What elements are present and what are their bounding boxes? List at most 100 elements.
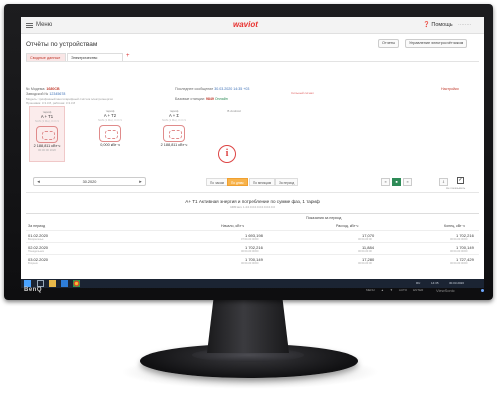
row-day: Вторник	[28, 262, 38, 265]
export-button[interactable]: ⇩	[439, 178, 448, 186]
table-divider	[26, 230, 479, 231]
card-value-sub: 00:00:00 2020	[38, 148, 56, 152]
last-message: Последнее сообщение 30.03.2020 14:35 +03	[175, 87, 249, 91]
monitor-model: ViewSonic	[436, 288, 455, 293]
tariff-card-sum[interactable]: тариф A + Σ NAN (1 Мн), О.О.Ч 2 188,811 …	[156, 106, 192, 162]
meter-icon	[36, 126, 58, 143]
prev-arrow-icon[interactable]: ◂	[35, 178, 42, 186]
date-range-picker[interactable]: ◂ 30.2020 ▸	[33, 177, 146, 186]
base-stations: Базовые станции: 9849 Онлайн	[175, 97, 228, 101]
folder-icon[interactable]	[49, 280, 56, 287]
meter-icon	[163, 125, 185, 142]
date-range-value: 30.2020	[82, 180, 97, 184]
card-sub: NAN (1 Мн), О.О.Ч	[34, 119, 60, 123]
user-menu[interactable]: ········	[458, 22, 471, 28]
tab-by-days[interactable]: По дням	[227, 178, 248, 186]
help-link[interactable]: ❓ Помощь	[423, 22, 453, 28]
monitor-buttons: MENU ▲ ▼ AUTO ENTER	[366, 288, 423, 292]
tariff-cards: тариф A + T1 NAN (1 Мн), О.О.Ч 2 188,811…	[26, 106, 276, 168]
tab-by-months[interactable]: По месяцам	[249, 178, 276, 186]
next-arrow-icon[interactable]: ▸	[137, 178, 144, 186]
last-msg-label: Последнее сообщение	[175, 87, 214, 91]
row-day: Воскресенье	[28, 238, 44, 241]
view-chart-button[interactable]: ≡	[403, 178, 412, 186]
monitor-bezel: Меню waviot ❓ Помощь ········ Отчёты по …	[4, 4, 493, 300]
table-divider	[26, 254, 479, 255]
tariff-card-t1[interactable]: тариф A + T1 NAN (1 Мн), О.О.Ч 2 188,811…	[29, 106, 65, 162]
tray-time[interactable]: 14:35	[431, 281, 439, 285]
row-usage-sub: 00:00-00:00	[358, 250, 372, 253]
modem-info: № Модема: 1680CB	[26, 87, 60, 91]
divider	[26, 192, 479, 193]
info-icon[interactable]: i	[218, 145, 236, 163]
row-usage-sub: 00:00-00:00	[358, 262, 372, 265]
card-label: В Android	[227, 109, 241, 113]
stations-value[interactable]: 9849	[206, 97, 214, 101]
tariff-card-t2[interactable]: тариф A + T2 NAN (1 Мн), О.О.Ч 0,000 кВт…	[92, 106, 128, 162]
hide-checkbox[interactable]: ✓	[457, 177, 464, 184]
modem-label: № Модема:	[26, 87, 46, 91]
tab-by-period[interactable]: За период	[275, 178, 299, 186]
meter-info: Заводской № 12345678	[26, 92, 65, 96]
tray-date[interactable]: 30.03.2020	[449, 281, 464, 285]
monitor-button[interactable]: ▼	[390, 288, 393, 292]
power-led-icon	[481, 289, 484, 292]
column-header-usage: Расход, кВт·ч	[336, 224, 359, 228]
row-end-sub: 00:00-00:00/00	[450, 250, 468, 253]
row-end-sub: 00:00-00:00/00	[450, 262, 468, 265]
last-msg-value: 30.03.2020 14:35 +03	[214, 87, 250, 91]
tab-by-hours[interactable]: По часам	[206, 178, 228, 186]
status-badge: Онлайн	[214, 97, 228, 101]
view-table-button[interactable]: ■	[392, 178, 401, 186]
logo[interactable]: waviot	[233, 20, 258, 29]
page-title: Отчёты по устройствам	[26, 41, 98, 48]
monitor-button[interactable]: AUTO	[399, 288, 407, 292]
column-header-period: За период	[28, 224, 46, 228]
column-header-end: Конец, кВт·ч	[444, 224, 465, 228]
add-tab-button[interactable]: +	[126, 53, 130, 59]
search-icon[interactable]	[37, 280, 44, 287]
table-divider	[26, 242, 479, 243]
monitor-stand	[207, 298, 289, 353]
tab-summary[interactable]: Сводные данные	[26, 53, 66, 61]
row-start-sub: 00:00-00:00/00	[241, 262, 259, 265]
monitor-button[interactable]: ▲	[381, 288, 384, 292]
meter-icon	[99, 125, 121, 142]
menu-icon[interactable]	[26, 23, 33, 28]
windows-start-icon[interactable]	[24, 280, 31, 287]
modem-value[interactable]: 1680CB	[46, 87, 59, 91]
help-label: Помощь	[431, 22, 453, 28]
settings-link[interactable]: Настройки	[441, 87, 459, 91]
card-value: 0,000 кВт·ч	[100, 143, 120, 147]
card-sub: NAN (1 Мн), О.О.Ч	[97, 118, 123, 122]
table-subtitle: 1680 вкл. 1.4.0.0.0.0.0.0.0.0.0.0.0.0	[230, 205, 275, 209]
card-value: 2 188,811 кВт·ч	[160, 143, 188, 147]
meter-label: Заводской №	[26, 92, 49, 96]
controls-row: ◂ 30.2020 ▸ По часам По дням По месяцам …	[26, 177, 479, 187]
tab-electricity[interactable]: Электричество	[67, 53, 123, 61]
row-start-sub: 07:00-00:00/00	[241, 238, 259, 241]
reports-button[interactable]: Отчеты	[378, 39, 400, 48]
os-taskbar: RU 14:35 30.03.2020	[21, 279, 484, 288]
row-start-sub: 00:00-00:00/00	[241, 250, 259, 253]
meter-value: 12345678	[49, 92, 66, 96]
readings-table: За период Показания за период Начало, кВ…	[26, 213, 479, 265]
store-icon[interactable]	[61, 280, 68, 287]
row-usage-sub: 00:00-00:00	[358, 238, 372, 241]
signal-strength: Сильный сигнал	[291, 91, 314, 95]
group-header: Показания за период	[306, 216, 342, 220]
card-sub: NAN (1 Мн), О.О.Ч	[161, 118, 187, 122]
monitor-button[interactable]: MENU	[366, 288, 375, 292]
menu-button[interactable]: Меню	[36, 22, 52, 28]
manage-meter-button[interactable]: Управление электросчётчиком	[405, 39, 468, 48]
tray-language[interactable]: RU	[416, 281, 420, 285]
monitor-screen: Меню waviot ❓ Помощь ········ Отчёты по …	[21, 17, 484, 288]
browser-icon[interactable]	[73, 280, 80, 287]
divider	[26, 61, 479, 62]
scene: Меню waviot ❓ Помощь ········ Отчёты по …	[0, 0, 497, 403]
view-list-button[interactable]: ≡	[381, 178, 390, 186]
table-title: A+ T1 Активная энергия и потребление по …	[185, 199, 320, 204]
stations-label: Базовые станции:	[175, 97, 205, 101]
monitor-button[interactable]: ENTER	[413, 288, 423, 292]
hide-checkbox-label: Не показывать	[446, 186, 466, 190]
